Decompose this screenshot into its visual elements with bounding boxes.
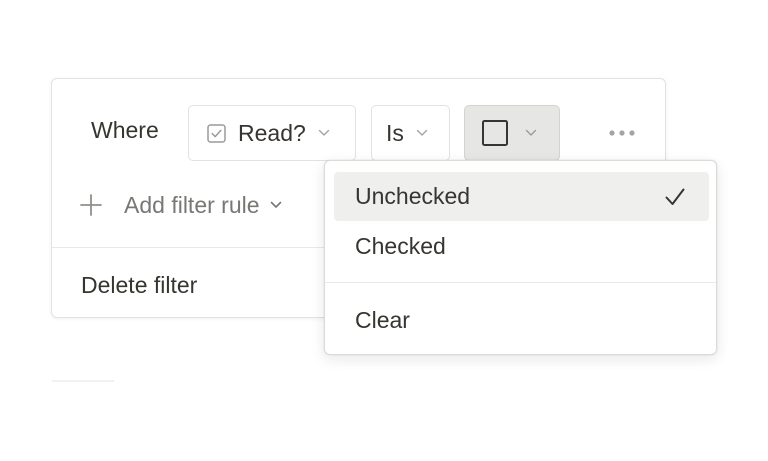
value-dropdown-menu: Unchecked Checked Clear — [324, 160, 717, 355]
option-label: Unchecked — [355, 183, 471, 209]
checkbox-property-icon — [207, 123, 226, 143]
chevron-down-icon — [525, 129, 537, 136]
chevron-down-icon — [318, 129, 329, 136]
checkmark-icon — [665, 188, 685, 205]
more-options-button[interactable] — [604, 119, 640, 147]
option-unchecked[interactable]: Unchecked — [334, 172, 709, 221]
option-label: Checked — [355, 233, 446, 259]
property-label: Read? — [238, 119, 306, 146]
add-filter-rule-label: Add filter rule — [124, 191, 260, 218]
add-filter-rule-button[interactable]: Add filter rule — [79, 187, 282, 223]
plus-icon — [80, 194, 102, 216]
option-label: Clear — [355, 307, 410, 333]
chevron-down-icon — [416, 129, 428, 136]
option-clear[interactable]: Clear — [334, 296, 709, 345]
empty-checkbox-icon — [482, 120, 508, 146]
property-selector[interactable]: Read? — [188, 105, 356, 161]
more-horizontal-icon — [609, 130, 635, 136]
operator-label: Is — [386, 119, 404, 146]
menu-divider — [325, 282, 716, 283]
value-selector[interactable] — [464, 105, 560, 161]
chevron-down-icon — [270, 201, 281, 208]
operator-selector[interactable]: Is — [371, 105, 450, 161]
delete-filter-button[interactable]: Delete filter — [81, 272, 197, 299]
where-label: Where — [91, 117, 159, 143]
option-checked[interactable]: Checked — [334, 222, 709, 271]
background-divider — [52, 380, 114, 382]
